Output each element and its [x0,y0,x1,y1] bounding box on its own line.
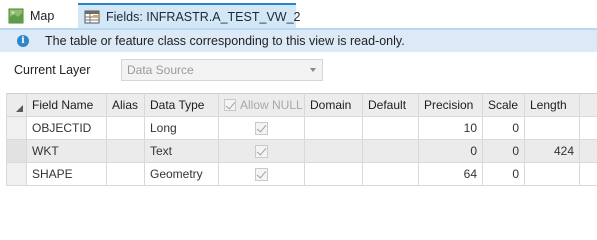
col-header-precision[interactable]: Precision [418,93,483,117]
cell-domain[interactable] [304,116,363,140]
tab-fields-label: Fields: INFRASTR.A_TEST_VW_2 [106,9,301,24]
cell-field-name[interactable]: OBJECTID [26,116,107,140]
cell-data-type[interactable]: Long [144,116,219,140]
cell-field-name[interactable]: WKT [26,139,107,163]
cell-alias[interactable] [106,116,145,140]
cell-alias[interactable] [106,162,145,186]
cell-default[interactable] [362,116,419,140]
cell-length[interactable] [524,162,580,186]
col-header-data-type[interactable]: Data Type [144,93,219,117]
col-header-allow-null-label: Allow NULL [240,98,303,112]
col-header-filler [579,93,597,117]
tab-map[interactable]: Map [4,3,74,28]
fields-grid: Field Name Alias Data Type Allow NULL Do… [6,93,597,186]
cell-precision[interactable]: 0 [418,139,483,163]
chevron-down-icon [310,68,316,72]
col-header-allow-null[interactable]: Allow NULL [218,93,305,117]
table-row[interactable]: OBJECTID Long 10 0 [6,116,597,140]
cell-scale[interactable]: 0 [482,116,525,140]
tab-map-label: Map [30,8,55,23]
allow-null-header-checkbox [224,99,236,111]
row-selector[interactable] [6,162,27,186]
cell-domain[interactable] [304,162,363,186]
cell-default[interactable] [362,139,419,163]
select-all-corner[interactable] [6,93,27,117]
row-selector[interactable] [6,139,27,163]
table-row[interactable]: SHAPE Geometry 64 0 [6,162,597,186]
col-header-alias[interactable]: Alias [106,93,145,117]
current-layer-row: Current Layer Data Source [0,58,597,82]
col-header-domain[interactable]: Domain [304,93,363,117]
cell-filler [579,162,597,186]
cell-default[interactable] [362,162,419,186]
current-layer-dropdown[interactable]: Data Source [121,59,323,81]
allow-null-checkbox[interactable] [255,121,268,135]
map-icon [8,8,24,23]
cell-data-type[interactable]: Geometry [144,162,219,186]
cell-scale[interactable]: 0 [482,139,525,163]
col-header-length[interactable]: Length [524,93,580,117]
fields-table-icon [84,10,100,23]
fields-table: Field Name Alias Data Type Allow NULL Do… [6,93,597,186]
col-header-field-name[interactable]: Field Name [26,93,107,117]
info-icon: i [17,35,29,47]
col-header-default[interactable]: Default [362,93,419,117]
cell-filler [579,139,597,163]
current-layer-value: Data Source [127,63,194,77]
cell-alias[interactable] [106,139,145,163]
cell-domain[interactable] [304,139,363,163]
info-banner: i The table or feature class correspondi… [0,30,597,52]
current-layer-label: Current Layer [14,63,91,77]
tab-strip: Map Fields: INFRASTR.A_TEST_VW_2 [0,0,597,30]
allow-null-checkbox[interactable] [255,167,268,181]
cell-data-type[interactable]: Text [144,139,219,163]
cell-scale[interactable]: 0 [482,162,525,186]
cell-allow-null[interactable] [218,162,305,186]
cell-precision[interactable]: 10 [418,116,483,140]
table-row[interactable]: WKT Text 0 0 424 [6,139,597,163]
cell-allow-null[interactable] [218,139,305,163]
header-row: Field Name Alias Data Type Allow NULL Do… [6,93,597,117]
col-header-scale[interactable]: Scale [482,93,525,117]
cell-filler [579,116,597,140]
cell-allow-null[interactable] [218,116,305,140]
allow-null-checkbox[interactable] [255,144,268,158]
cell-length[interactable] [524,116,580,140]
corner-triangle-icon [16,105,23,112]
tab-fields[interactable]: Fields: INFRASTR.A_TEST_VW_2 [78,3,301,28]
cell-length[interactable]: 424 [524,139,580,163]
info-message: The table or feature class corresponding… [45,34,405,48]
row-selector[interactable] [6,116,27,140]
cell-field-name[interactable]: SHAPE [26,162,107,186]
cell-precision[interactable]: 64 [418,162,483,186]
